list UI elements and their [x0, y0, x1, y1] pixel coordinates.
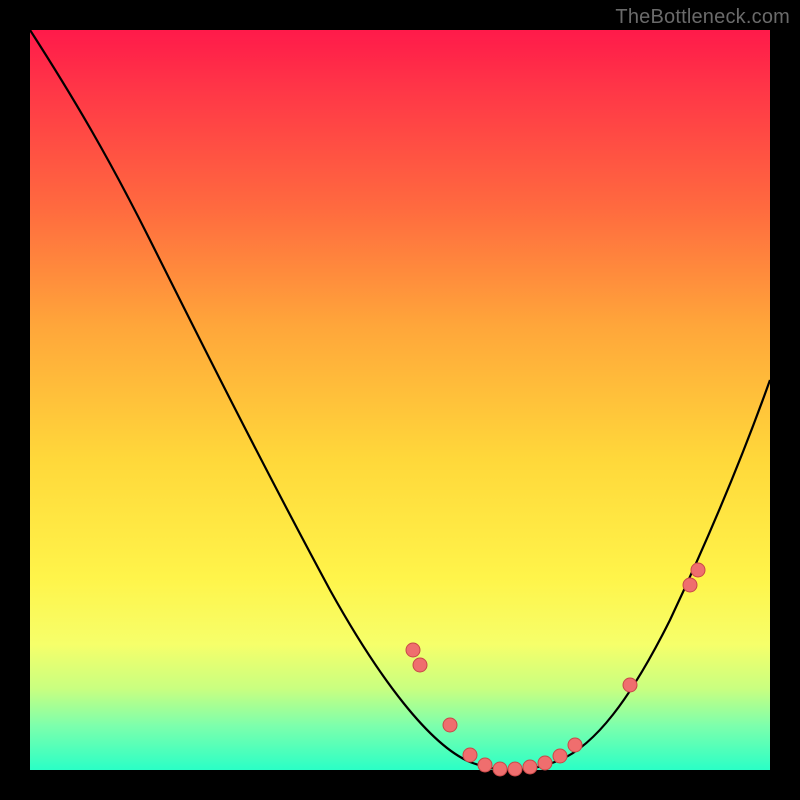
marker-group [406, 563, 705, 776]
data-point [683, 578, 697, 592]
data-point [568, 738, 582, 752]
data-point [443, 718, 457, 732]
data-point [523, 760, 537, 774]
data-point [493, 762, 507, 776]
data-point [508, 762, 522, 776]
data-point [553, 749, 567, 763]
data-point [538, 756, 552, 770]
data-point [478, 758, 492, 772]
watermark-text: TheBottleneck.com [615, 6, 790, 29]
data-point [463, 748, 477, 762]
chart-svg [30, 30, 770, 770]
data-point [623, 678, 637, 692]
data-point [406, 643, 420, 657]
data-point [413, 658, 427, 672]
bottleneck-curve [30, 30, 770, 770]
data-point [691, 563, 705, 577]
